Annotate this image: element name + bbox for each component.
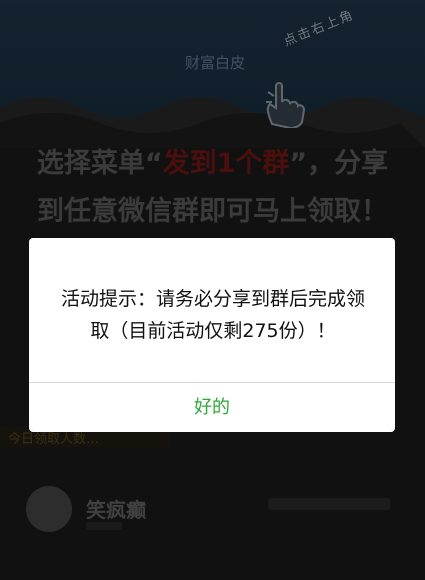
wechat-screen: 财富白皮 点击右上角 选择菜单“发到1个群”，分享 到任意微信群即可马上领取！ …: [0, 0, 425, 580]
ok-button[interactable]: 好的: [29, 383, 395, 432]
alert-dialog: 活动提示：请务必分享到群后完成领取（目前活动仅剩275份）！ 好的: [29, 238, 395, 432]
dialog-message: 活动提示：请务必分享到群后完成领取（目前活动仅剩275份）！: [61, 288, 366, 342]
